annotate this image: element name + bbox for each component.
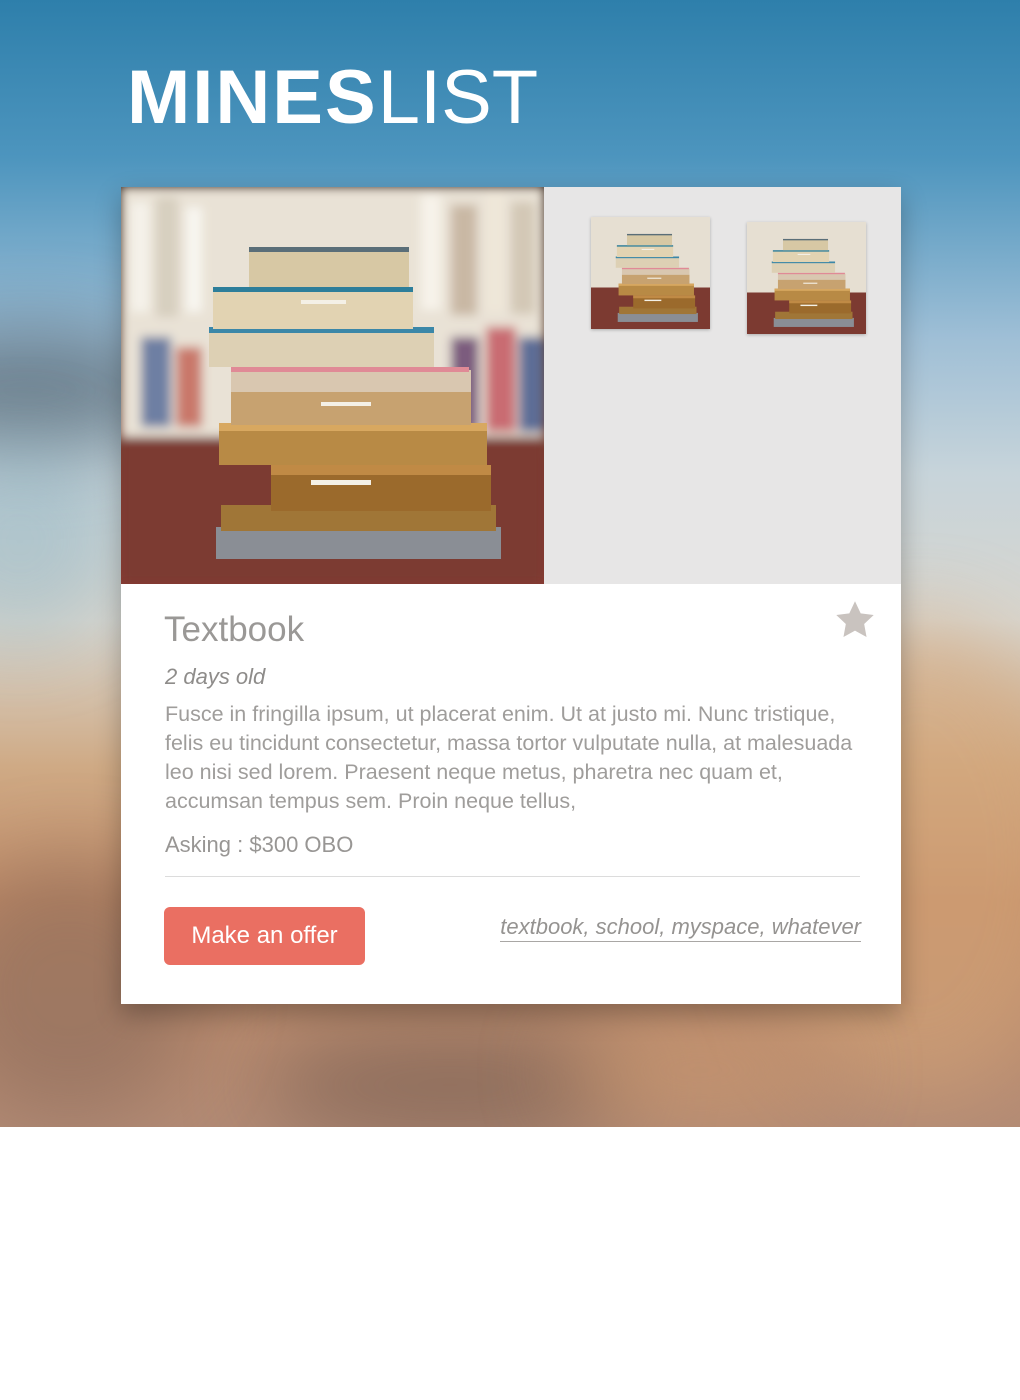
main-listing-photo	[121, 187, 544, 584]
image-gallery	[121, 187, 901, 584]
brand-logo-light: LIST	[377, 55, 539, 140]
brand-logo-bold: MINES	[127, 55, 378, 140]
listing-title: Textbook	[164, 610, 305, 649]
listing-card: Textbook 2 days old Fusce in fringilla i…	[121, 187, 901, 1004]
listing-details: Textbook 2 days old Fusce in fringilla i…	[121, 584, 901, 1004]
gallery-thumbnail[interactable]	[591, 217, 710, 329]
brand-logo[interactable]: MINESLIST	[127, 58, 538, 138]
make-offer-button[interactable]: Make an offer	[164, 907, 365, 965]
star-icon[interactable]	[833, 598, 877, 642]
listing-description: Fusce in fringilla ipsum, ut placerat en…	[165, 702, 853, 813]
divider	[165, 876, 860, 877]
gallery-thumbnail[interactable]	[747, 222, 866, 334]
asking-price: Asking : $300 OBO	[165, 832, 354, 857]
listing-tags[interactable]: textbook, school, myspace, whatever	[500, 914, 861, 942]
listing-age: 2 days old	[165, 664, 266, 689]
